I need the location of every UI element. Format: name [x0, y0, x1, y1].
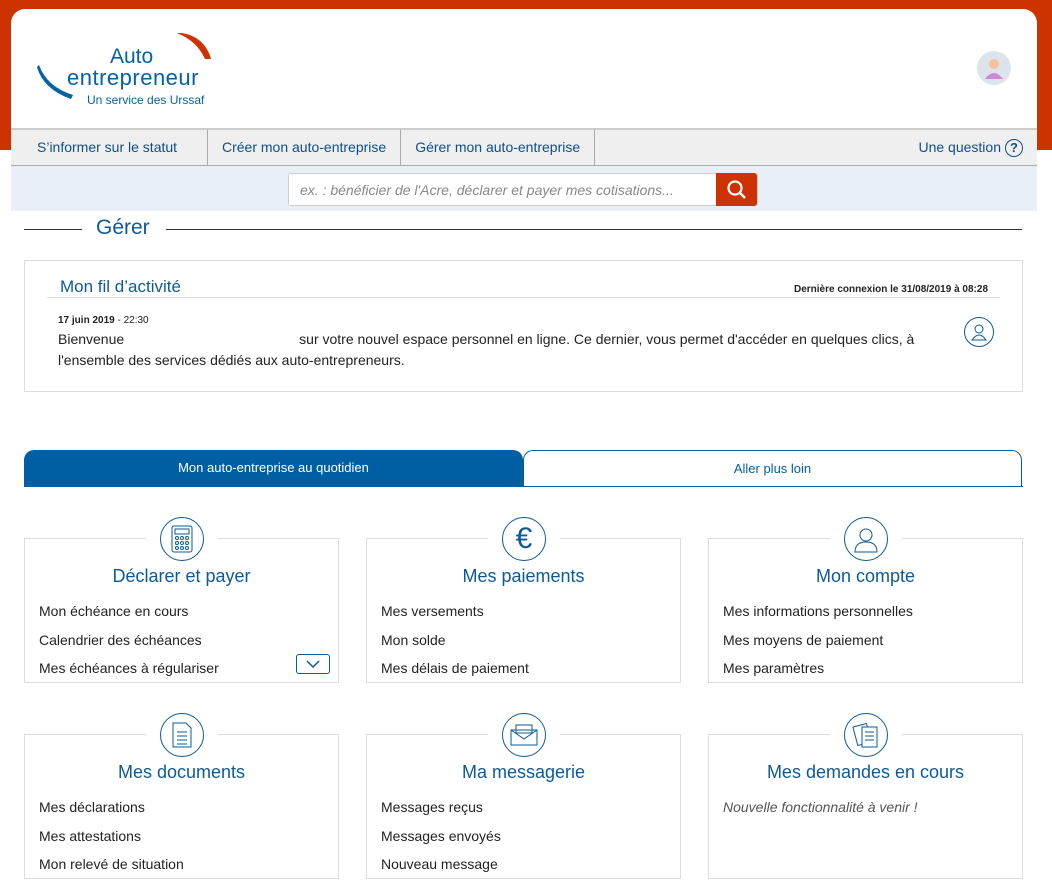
card-messagerie: Ma messagerie Messages reçus Messages env…: [366, 713, 681, 879]
link-releve[interactable]: Mon relevé de situation: [39, 850, 184, 879]
divider: [166, 229, 1022, 230]
expand-button[interactable]: [296, 654, 330, 674]
user-icon: [985, 59, 1003, 79]
auto-entrepreneur-logo[interactable]: Auto entrepreneur Un service des Urssaf: [37, 31, 217, 111]
tab-aller-plus-loin[interactable]: Aller plus loin: [523, 450, 1022, 487]
search-input[interactable]: [289, 174, 709, 205]
page-title: Gérer: [96, 216, 150, 239]
user-icon: [964, 317, 994, 347]
coming-soon-note: Nouvelle fonctionnalité à venir !: [723, 799, 918, 815]
activity-feed: Mon fil d’activité Dernière connexion le…: [24, 260, 1023, 392]
link-delais[interactable]: Mes délais de paiement: [381, 654, 529, 683]
tabs: Mon auto-entreprise au quotidien Aller p…: [24, 450, 1023, 487]
header: Auto entrepreneur Un service des Urssaf: [11, 9, 1037, 129]
activity-title: Mon fil d’activité: [60, 277, 181, 296]
card-documents: Mes documents Mes déclarations Mes attest…: [24, 713, 339, 879]
section-heading: Gérer: [24, 216, 1022, 244]
activity-message: Bienvenue sur votre nouvel espace personn…: [58, 331, 915, 368]
link-echeances-regulariser[interactable]: Mes échéances à régulariser: [39, 654, 219, 683]
search-button[interactable]: [716, 173, 757, 206]
nav-creer[interactable]: Créer mon auto-entreprise: [208, 130, 402, 165]
last-login: Dernière connexion le 31/08/2019 à 08:28: [794, 284, 988, 295]
divider: [47, 297, 1000, 298]
documents-stack-icon: [844, 713, 888, 757]
question-link[interactable]: Une question?: [918, 130, 1037, 165]
link-versements[interactable]: Mes versements: [381, 597, 529, 626]
card-declarer-payer: Déclarer et payer Mon échéance en cours C…: [24, 517, 339, 683]
card-demandes: Mes demandes en cours Nouvelle fonctionn…: [708, 713, 1023, 879]
envelope-icon: [502, 713, 546, 757]
card-title: Déclarer et payer: [112, 566, 251, 586]
card-paiements: € Mes paiements Mes versements Mon solde M…: [366, 517, 681, 683]
divider: [24, 229, 82, 230]
link-solde[interactable]: Mon solde: [381, 626, 529, 655]
user-avatar[interactable]: [977, 51, 1011, 85]
card-compte: Mon compte Mes informations personnelles…: [708, 517, 1023, 683]
activity-date: 17 juin 2019 - 22:30: [58, 315, 149, 326]
link-messages-envoyes[interactable]: Messages envoyés: [381, 822, 501, 851]
search-box: [288, 173, 758, 206]
search-band: [11, 166, 1037, 211]
tab-quotidien[interactable]: Mon auto-entreprise au quotidien: [24, 450, 523, 487]
nav-informer[interactable]: S’informer sur le statut: [11, 130, 208, 165]
link-infos-perso[interactable]: Mes informations personnelles: [723, 597, 913, 626]
euro-icon: €: [502, 517, 546, 561]
link-parametres[interactable]: Mes paramètres: [723, 654, 913, 683]
link-moyens-paiement[interactable]: Mes moyens de paiement: [723, 626, 913, 655]
link-calendrier[interactable]: Calendrier des échéances: [39, 626, 219, 655]
link-nouveau-message[interactable]: Nouveau message: [381, 850, 501, 879]
card-title: Mes demandes en cours: [766, 762, 965, 782]
card-title: Mes paiements: [462, 566, 585, 586]
chevron-down-icon: [306, 660, 320, 668]
user-icon: [844, 517, 888, 561]
link-attestations[interactable]: Mes attestations: [39, 822, 184, 851]
calculator-icon: [160, 517, 204, 561]
card-title: Mon compte: [815, 566, 916, 586]
help-icon: ?: [1005, 138, 1023, 157]
search-icon: [727, 180, 746, 199]
nav-gerer[interactable]: Gérer mon auto-entreprise: [401, 130, 596, 165]
main-nav: S’informer sur le statut Créer mon auto-…: [11, 128, 1037, 166]
card-title: Mes documents: [117, 762, 246, 782]
link-messages-recus[interactable]: Messages reçus: [381, 793, 501, 822]
link-declarations[interactable]: Mes déclarations: [39, 793, 184, 822]
card-title: Ma messagerie: [461, 762, 586, 782]
link-echeance-en-cours[interactable]: Mon échéance en cours: [39, 597, 219, 626]
document-icon: [160, 713, 204, 757]
